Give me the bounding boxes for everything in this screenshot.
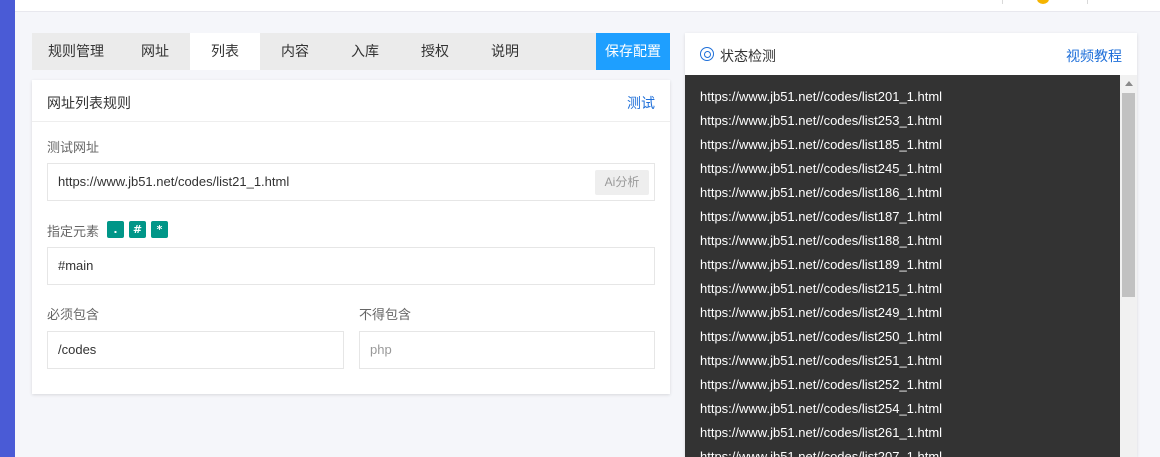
tab-help[interactable]: 说明 [470,33,540,70]
tab-url[interactable]: 网址 [120,33,190,70]
video-tutorial-link[interactable]: 视频教程 [1066,46,1122,66]
coin-icon[interactable] [1037,0,1049,4]
top-bar [15,0,1160,12]
log-line: https://www.jb51.net//codes/list189_1.ht… [700,257,943,272]
main-frame: 规则管理 网址 列表 内容 入库 授权 说明 保存配置 网址列表规则 测试 测试… [15,0,1160,457]
list-rule-card: 网址列表规则 测试 测试网址 https://www.jb51.net/code… [32,80,670,394]
log-line: https://www.jb51.net//codes/list207_1.ht… [700,449,943,457]
tab-license[interactable]: 授权 [400,33,470,70]
card-title: 网址列表规则 [47,95,131,111]
must-include-label: 必须包含 [47,307,100,322]
log-line: https://www.jb51.net//codes/list253_1.ht… [700,113,943,128]
save-config-button[interactable]: 保存配置 [596,33,670,70]
status-panel: 状态检测 视频教程 https://www.jb51.net//codes/li… [685,33,1137,457]
element-input[interactable]: #main [47,247,655,285]
tab-rule-manage[interactable]: 规则管理 [32,33,120,70]
test-url-input[interactable]: https://www.jb51.net/codes/list21_1.html… [47,163,655,201]
tab-list[interactable]: 列表 [190,33,260,70]
log-line: https://www.jb51.net//codes/list252_1.ht… [700,377,943,392]
status-header: 状态检测 视频教程 [685,33,1137,75]
log-line: https://www.jb51.net//codes/list215_1.ht… [700,281,943,296]
scroll-up-arrow-icon[interactable] [1125,81,1133,86]
log-line: https://www.jb51.net//codes/list187_1.ht… [700,209,943,224]
log-line: https://www.jb51.net//codes/list249_1.ht… [700,305,943,320]
id-selector-chip[interactable]: # [129,221,146,238]
card-header: 网址列表规则 测试 [32,80,670,122]
status-title: 状态检测 [720,48,776,64]
top-divider [1087,0,1088,4]
status-log[interactable]: https://www.jb51.net//codes/list201_1.ht… [685,75,1120,457]
log-line: https://www.jb51.net//codes/list201_1.ht… [700,89,943,104]
top-divider [1002,0,1003,4]
element-label: 指定元素 [47,224,100,239]
tab-bar: 规则管理 网址 列表 内容 入库 授权 说明 [32,33,670,70]
test-link[interactable]: 测试 [627,93,655,113]
exclude-label: 不得包含 [359,307,412,322]
log-line: https://www.jb51.net//codes/list250_1.ht… [700,329,943,344]
log-line: https://www.jb51.net//codes/list186_1.ht… [700,185,943,200]
log-line: https://www.jb51.net//codes/list185_1.ht… [700,137,943,152]
ai-analyze-button[interactable]: Ai分析 [595,170,649,195]
log-line: https://www.jb51.net//codes/list245_1.ht… [700,161,943,176]
tab-storage[interactable]: 入库 [330,33,400,70]
log-line: https://www.jb51.net//codes/list261_1.ht… [700,425,943,440]
exclude-input[interactable]: php [359,331,655,369]
tab-content[interactable]: 内容 [260,33,330,70]
class-selector-chip[interactable]: . [107,221,124,238]
wildcard-selector-chip[interactable]: * [151,221,168,238]
log-line: https://www.jb51.net//codes/list254_1.ht… [700,401,943,416]
target-icon [700,47,714,61]
test-url-label: 测试网址 [47,140,100,155]
log-scrollbar[interactable] [1120,75,1137,457]
test-url-value: https://www.jb51.net/codes/list21_1.html [58,174,290,189]
log-line: https://www.jb51.net//codes/list251_1.ht… [700,353,943,368]
element-chips: . # * [107,221,168,238]
log-line: https://www.jb51.net//codes/list188_1.ht… [700,233,943,248]
must-include-input[interactable]: /codes [47,331,344,369]
scrollbar-thumb[interactable] [1122,93,1135,297]
